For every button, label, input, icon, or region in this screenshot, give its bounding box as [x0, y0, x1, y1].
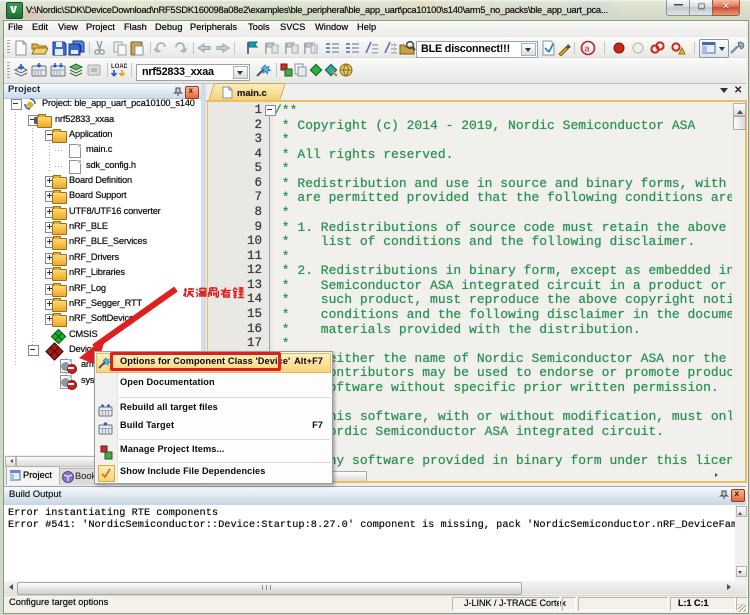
svg-text:a: a [585, 44, 590, 54]
